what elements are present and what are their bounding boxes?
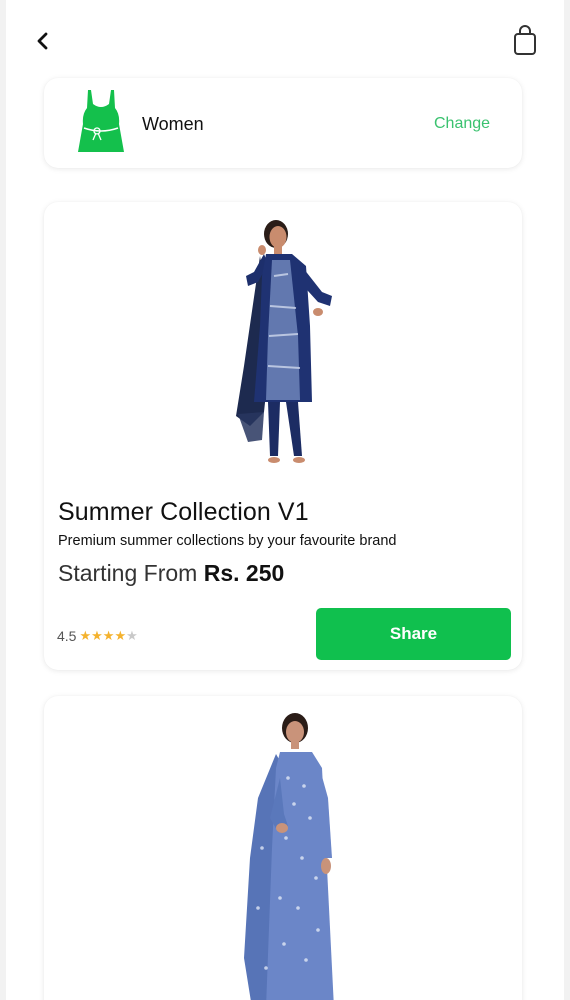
star-icon: ★ <box>126 628 138 643</box>
product-description: Premium summer collections by your favou… <box>58 533 397 549</box>
model-blue-kurta-image <box>244 713 334 1000</box>
product-card[interactable]: Summer Collection V1 Premium summer coll… <box>44 202 522 670</box>
star-icon: ★ <box>102 628 115 643</box>
model-navy-kurta-image <box>236 220 332 463</box>
star-icon: ★ <box>114 628 127 643</box>
share-button[interactable]: Share <box>316 608 511 660</box>
product-price: Rs. 250 <box>203 560 285 586</box>
product-title: Summer Collection V1 <box>58 498 309 526</box>
change-category-link[interactable]: Change <box>434 115 490 133</box>
star-icon: ★ <box>91 628 103 643</box>
category-name: Women <box>142 114 204 134</box>
cart-button[interactable] <box>510 24 540 58</box>
screen: Women Change Summer Collection V1 Premiu… <box>0 0 570 1000</box>
price-prefix: Starting From <box>58 560 198 586</box>
back-button[interactable] <box>30 28 58 56</box>
star-icon: ★ <box>79 628 92 643</box>
shopping-bag-icon <box>514 25 536 55</box>
chevron-left-icon <box>37 32 48 50</box>
top-bar <box>0 22 570 62</box>
product-card[interactable] <box>44 696 522 1000</box>
rating-value: 4.5 <box>57 628 77 644</box>
category-card: Women Change <box>44 78 522 168</box>
rating-stars: ★★★★★ <box>79 627 137 645</box>
dress-icon <box>78 90 124 152</box>
product-price-line: Starting From Rs. 250 <box>58 560 284 587</box>
product-rating: 4.5 ★★★★★ <box>57 627 138 645</box>
